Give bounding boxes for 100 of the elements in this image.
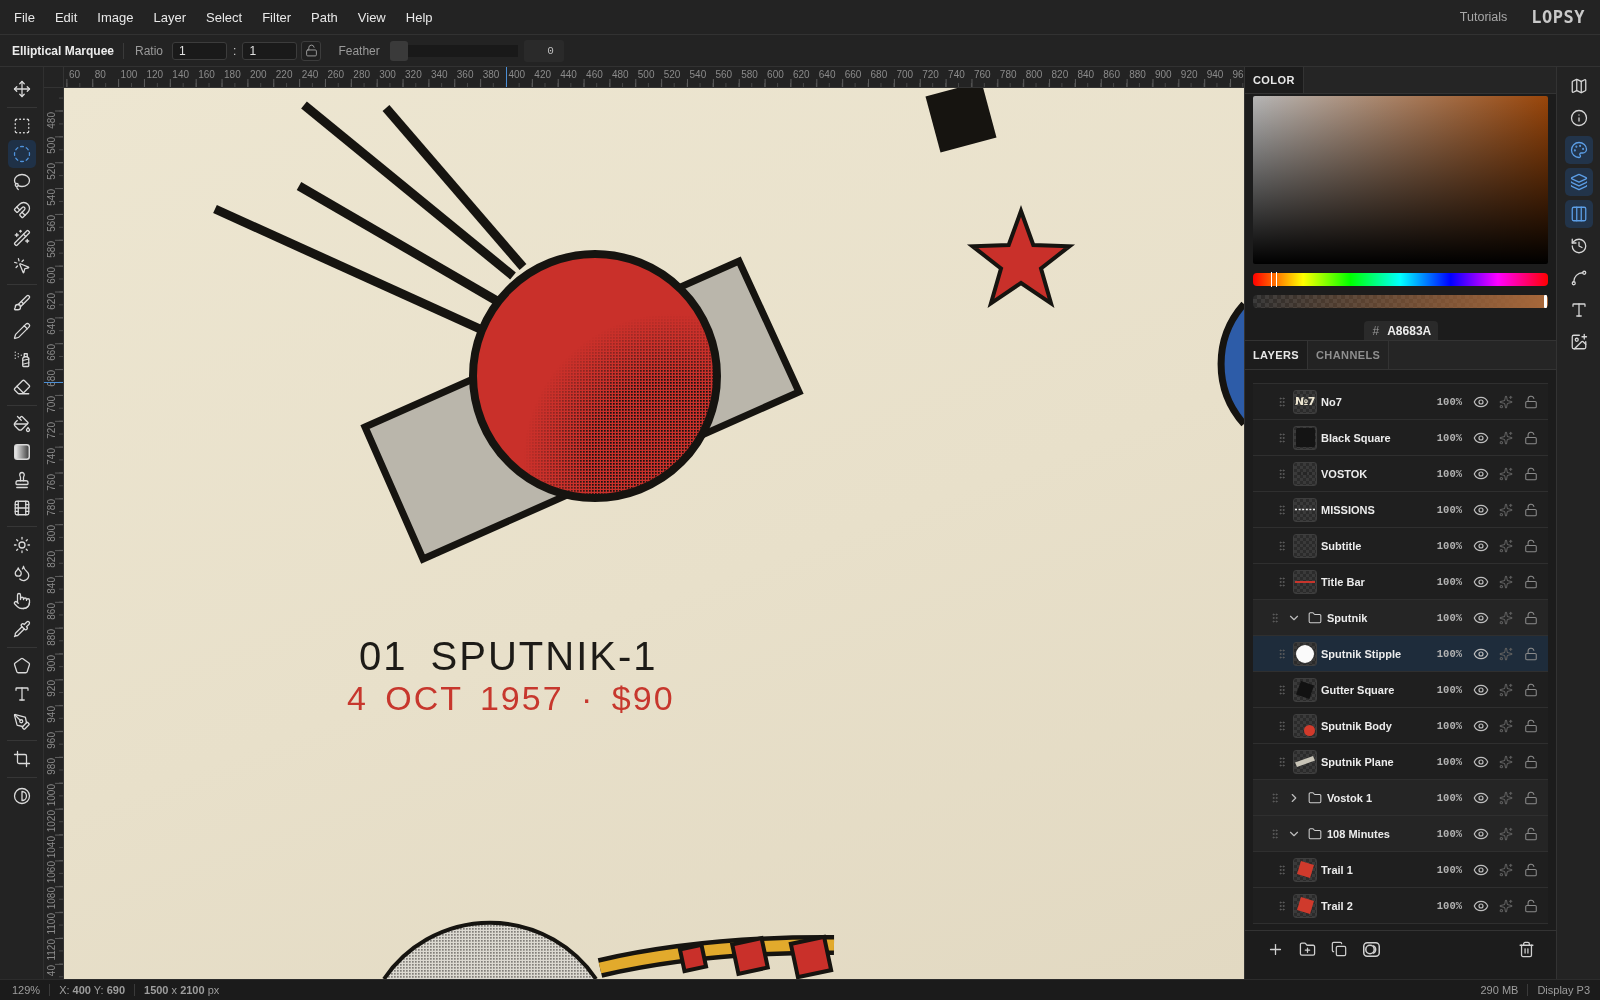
sparkles-icon[interactable]: [1498, 862, 1513, 877]
menu-item[interactable]: View: [347, 5, 396, 29]
feather-value-field[interactable]: 0: [523, 39, 564, 62]
panel-tab[interactable]: COLOR: [1245, 67, 1304, 93]
ruler-label: 900: [1155, 69, 1173, 81]
unlock-icon[interactable]: [1523, 430, 1538, 445]
unlock-icon[interactable]: [1523, 898, 1538, 913]
slider-thumb[interactable]: [389, 40, 408, 61]
ruler-label: 1040: [46, 835, 58, 858]
tutorials-link[interactable]: Tutorials: [1459, 10, 1508, 24]
unlock-icon[interactable]: [1523, 574, 1538, 589]
sparkles-icon[interactable]: [1498, 754, 1513, 769]
alpha-thumb[interactable]: [1544, 295, 1547, 308]
drag-handle-icon[interactable]: [1276, 719, 1288, 732]
ruler-label: 160: [198, 69, 216, 81]
drag-handle-icon[interactable]: [1269, 791, 1281, 804]
drag-handle-icon[interactable]: [1276, 863, 1288, 876]
sparkles-icon[interactable]: [1498, 718, 1513, 733]
menu-item[interactable]: Filter: [252, 5, 302, 29]
unlock-icon[interactable]: [1523, 394, 1538, 409]
menu-item[interactable]: Image: [87, 5, 144, 29]
menu-item[interactable]: Help: [395, 5, 443, 29]
ruler-label: 80: [94, 69, 107, 81]
color-field[interactable]: [1253, 96, 1548, 264]
unlock-icon[interactable]: [1523, 682, 1538, 697]
folder-icon: [1308, 790, 1322, 805]
ruler-label: 200: [249, 69, 268, 81]
ruler-label: 760: [46, 473, 58, 491]
alpha-slider[interactable]: [1253, 295, 1548, 308]
group-row[interactable]: Sputnik 100%: [1253, 600, 1548, 636]
group-row[interactable]: Vostok 1 100%: [1253, 780, 1548, 816]
sparkles-icon[interactable]: [1498, 898, 1513, 913]
ratio-width-field[interactable]: 1: [172, 41, 228, 60]
ruler-label: 360: [456, 69, 475, 81]
unlock-icon[interactable]: [1523, 790, 1538, 805]
sparkles-icon[interactable]: [1498, 574, 1513, 589]
hex-field[interactable]: # A8683A: [1363, 321, 1438, 340]
panel-toggle-button[interactable]: [1564, 168, 1593, 196]
drag-handle-icon[interactable]: [1269, 611, 1281, 624]
unlock-icon[interactable]: [1523, 754, 1538, 769]
group-row[interactable]: 108 Minutes 100%: [1253, 816, 1548, 852]
hue-thumb[interactable]: [1270, 272, 1277, 287]
ratio-height-field[interactable]: 1: [242, 41, 298, 60]
opacity-value: 100%: [1435, 395, 1462, 408]
layer-row[interactable]: Sputnik Stipple 100%: [1253, 636, 1548, 672]
dashed-circle-icon: [12, 145, 31, 163]
dashes-icon: [1295, 508, 1315, 511]
drag-handle-icon[interactable]: [1276, 503, 1288, 516]
unlock-icon[interactable]: [1523, 646, 1538, 661]
unlock-icon[interactable]: [1523, 862, 1538, 877]
eraser-icon: [12, 378, 31, 396]
menu-item[interactable]: File: [4, 5, 45, 29]
menu-item[interactable]: Edit: [44, 5, 88, 29]
sparkles-icon[interactable]: [1498, 538, 1513, 553]
unlock-icon[interactable]: [1523, 610, 1538, 625]
unlock-icon[interactable]: [1523, 538, 1538, 553]
layer-name: Trail 2: [1321, 899, 1354, 912]
document-size: 1500 x 2100 px: [144, 984, 220, 996]
ruler-label: 760: [973, 69, 992, 81]
sparkles-icon[interactable]: [1498, 466, 1513, 481]
ruler-label: 96: [1232, 69, 1244, 81]
ruler-label: 940: [46, 706, 58, 723]
ruler-label: 540: [689, 69, 708, 81]
copy-icon: [1331, 941, 1347, 957]
ruler-label: 320: [405, 69, 423, 81]
drag-handle-icon[interactable]: [1276, 539, 1288, 552]
palette-icon: [1569, 141, 1588, 159]
sparkles-icon[interactable]: [1498, 430, 1513, 445]
drag-handle-icon[interactable]: [1276, 683, 1288, 696]
menu-item[interactable]: Select: [196, 5, 253, 29]
drag-handle-icon[interactable]: [1276, 755, 1288, 768]
unlock-icon[interactable]: [1523, 502, 1538, 517]
pencil-icon: [12, 322, 31, 340]
panel-toggle-button[interactable]: [1564, 136, 1593, 164]
layer-name: Black Square: [1321, 431, 1392, 444]
unlock-icon[interactable]: [1523, 826, 1538, 841]
drag-handle-icon[interactable]: [1276, 647, 1288, 660]
ruler-label: 60: [68, 69, 81, 81]
menu-item[interactable]: Path: [301, 5, 348, 29]
ratio-lock-button[interactable]: [301, 40, 322, 61]
panel-tab[interactable]: LAYERS: [1245, 341, 1308, 369]
drag-handle-icon[interactable]: [1276, 575, 1288, 588]
unlock-icon[interactable]: [1523, 466, 1538, 481]
panel-toggle-button[interactable]: [1564, 200, 1593, 228]
text-icon: [1569, 301, 1588, 319]
ruler-label: 520: [663, 69, 682, 81]
drag-handle-icon[interactable]: [1276, 395, 1288, 408]
opacity-value: 100%: [1435, 719, 1462, 732]
hue-slider[interactable]: [1253, 273, 1548, 286]
drag-handle-icon[interactable]: [1276, 467, 1288, 480]
sparkles-icon[interactable]: [1498, 394, 1513, 409]
sparkles-icon[interactable]: [1498, 682, 1513, 697]
unlock-icon[interactable]: [1523, 718, 1538, 733]
drag-handle-icon[interactable]: [1269, 827, 1281, 840]
sparkles-icon[interactable]: [1498, 502, 1513, 517]
drag-handle-icon[interactable]: [1276, 431, 1288, 444]
drag-handle-icon[interactable]: [1276, 899, 1288, 912]
menu-item[interactable]: Layer: [143, 5, 197, 29]
ruler-label: 100: [120, 69, 139, 81]
ruler-label: 620: [46, 292, 58, 310]
